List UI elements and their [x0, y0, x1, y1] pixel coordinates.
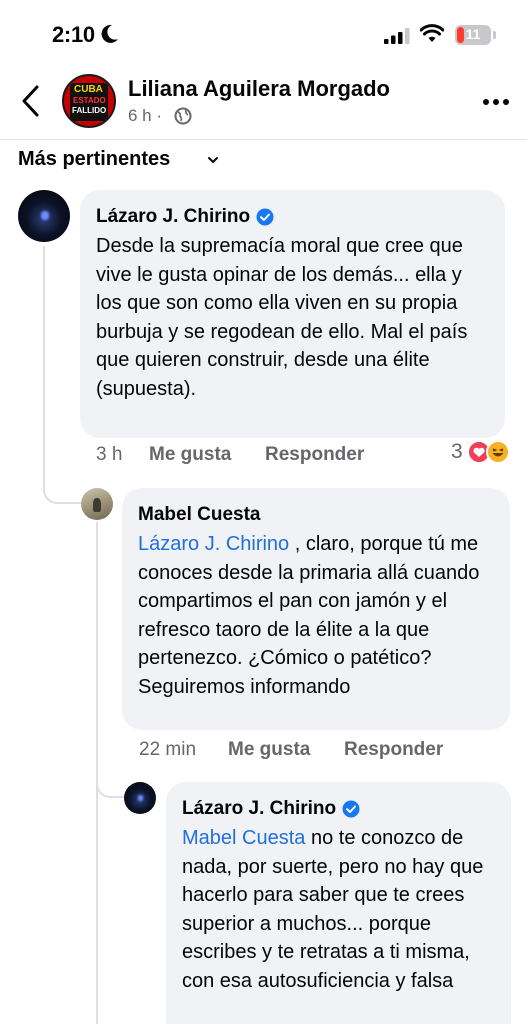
chevron-down-icon[interactable] [207, 155, 219, 165]
wifi-icon [420, 24, 444, 42]
comment-bubble: Mabel Cuesta Lázaro J. Chirino , claro, … [122, 488, 510, 730]
cellular-signal-icon [384, 28, 410, 44]
comment-actions: 3 h Me gusta Responder [96, 444, 364, 466]
avatar[interactable] [18, 190, 70, 242]
comment-author[interactable]: Lázaro J. Chirino [96, 206, 250, 228]
reaction-summary[interactable]: 3 [451, 440, 510, 464]
comment-author[interactable]: Mabel Cuesta [138, 504, 260, 526]
moon-icon [101, 24, 118, 43]
comment-time: 22 min [139, 739, 197, 760]
reply-button[interactable]: Responder [265, 444, 364, 466]
back-arrow-icon[interactable] [20, 84, 42, 118]
avatar[interactable] [124, 782, 156, 814]
battery-indicator: 11 [455, 25, 491, 45]
reaction-count: 3 [451, 440, 463, 463]
page-logo: CUBA ESTADO FALLIDO [70, 83, 108, 121]
sort-dropdown[interactable]: Más pertinentes [18, 148, 170, 171]
comment-text: Desde la supremacía moral que cree que v… [96, 235, 468, 400]
page-name[interactable]: Liliana Aguilera Morgado [128, 76, 390, 102]
more-options-icon[interactable] [482, 98, 510, 106]
comment-bubble: Lázaro J. Chirino Mabel Cuesta no te con… [166, 782, 511, 1024]
status-bar: 2:10 11 [0, 0, 527, 62]
haha-reaction-icon [485, 440, 510, 464]
reply-button[interactable]: Responder [344, 739, 443, 761]
post-time: 6 h · [128, 106, 163, 125]
status-time: 2:10 [52, 22, 95, 47]
thread-connector [43, 440, 81, 504]
comment-text: , claro, porque tú me conoces desde la p… [138, 533, 480, 698]
comment-text: no te conozco de nada, por suerte, pero … [182, 827, 484, 992]
mention-link[interactable]: Lázaro J. Chirino [138, 533, 289, 555]
comment-author[interactable]: Lázaro J. Chirino [182, 798, 336, 820]
like-button[interactable]: Me gusta [149, 444, 265, 466]
globe-icon [174, 107, 192, 125]
comment-bubble: Lázaro J. Chirino Desde la supremacía mo… [80, 190, 505, 438]
comment-actions: 22 min Me gusta Responder [139, 739, 443, 761]
mention-link[interactable]: Mabel Cuesta [182, 827, 305, 849]
battery-level: 11 [465, 26, 481, 42]
verified-badge-icon [342, 800, 360, 818]
avatar[interactable] [81, 488, 113, 520]
header-divider [0, 139, 527, 140]
verified-badge-icon [256, 208, 274, 226]
page-avatar[interactable]: CUBA ESTADO FALLIDO [62, 74, 116, 128]
comment-time: 3 h [96, 444, 123, 465]
thread-connector [96, 760, 124, 798]
like-button[interactable]: Me gusta [228, 739, 344, 761]
